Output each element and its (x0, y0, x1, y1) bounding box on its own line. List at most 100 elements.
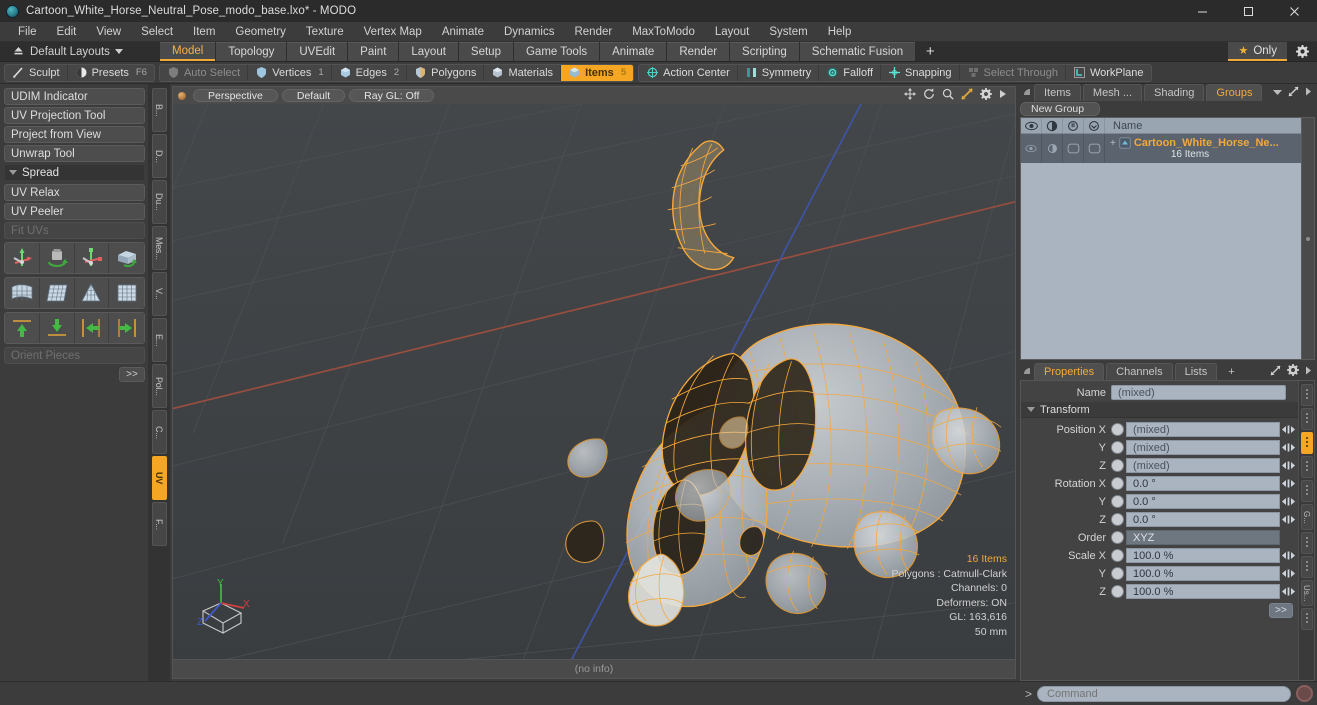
expand-icon[interactable] (1288, 86, 1299, 100)
layout-tab-setup[interactable]: Setup (458, 42, 513, 61)
uv-fit-icon[interactable] (5, 278, 40, 308)
zoom-icon[interactable] (942, 88, 954, 103)
layout-tab-topology[interactable]: Topology (216, 42, 287, 61)
render-icon[interactable] (1042, 118, 1063, 133)
presets-button[interactable]: Presets F6 (68, 65, 154, 81)
tab-channels[interactable]: Channels (1106, 363, 1173, 380)
order-key-icon[interactable] (1111, 531, 1124, 544)
vtab-deform[interactable]: D... (151, 134, 167, 178)
position-x-field[interactable]: (mixed) (1126, 422, 1280, 437)
menu-file[interactable]: File (8, 22, 47, 42)
rotation-z-field[interactable]: 0.0 ° (1126, 512, 1280, 527)
viewport-dot-icon[interactable] (178, 91, 186, 100)
tab-lists[interactable]: Lists (1174, 363, 1218, 380)
uv-relax-button[interactable]: UV Relax (4, 184, 145, 201)
project-from-view-button[interactable]: Project from View (4, 126, 145, 143)
uv-flip-icon[interactable] (109, 243, 144, 273)
panel-menu-icon[interactable] (1020, 84, 1034, 101)
uv-move-icon[interactable] (5, 243, 40, 273)
vtab-basic[interactable]: B... (151, 88, 167, 132)
rotation-y-field[interactable]: 0.0 ° (1126, 494, 1280, 509)
scale-z-key-icon[interactable] (1111, 585, 1124, 598)
gear-icon[interactable] (1287, 364, 1299, 379)
scale-z-spinner[interactable] (1280, 584, 1296, 599)
row-render-toggle[interactable] (1042, 134, 1063, 163)
rotation-z-spinner[interactable] (1280, 512, 1296, 527)
menu-maxtomodo[interactable]: MaxToModo (622, 22, 705, 42)
layout-selector[interactable]: Default Layouts (0, 42, 160, 61)
new-group-button[interactable]: New Group (1020, 102, 1100, 116)
rotation-y-spinner[interactable] (1280, 494, 1296, 509)
transform-section-header[interactable]: Transform (1021, 402, 1298, 418)
menu-select[interactable]: Select (131, 22, 183, 42)
vtab-vertex[interactable]: V... (151, 272, 167, 316)
rotation-x-spinner[interactable] (1280, 476, 1296, 491)
prvtab-user[interactable]: Us... (1300, 580, 1313, 606)
tab-mesh[interactable]: Mesh ... (1082, 84, 1143, 101)
align-top-icon[interactable] (5, 313, 40, 343)
layout-tab-schematic-fusion[interactable]: Schematic Fusion (799, 42, 916, 61)
vtab-edge[interactable]: E... (151, 318, 167, 362)
align-bottom-icon[interactable] (39, 313, 75, 343)
uv-grid-icon[interactable] (39, 278, 75, 308)
pan-icon[interactable] (904, 88, 916, 103)
rotation-z-key-icon[interactable] (1111, 513, 1124, 526)
position-x-spinner[interactable] (1280, 422, 1296, 437)
align-right-icon[interactable] (109, 313, 144, 343)
udim-indicator-button[interactable]: UDIM Indicator (4, 88, 145, 105)
prvtab-10[interactable] (1300, 608, 1313, 630)
chevron-down-icon[interactable] (1273, 87, 1282, 99)
uv-quad-icon[interactable] (109, 278, 144, 308)
rotation-y-key-icon[interactable] (1111, 495, 1124, 508)
scale-y-field[interactable]: 100.0 % (1126, 566, 1280, 581)
align-left-icon[interactable] (74, 313, 110, 343)
tree-empty-area[interactable] (1021, 163, 1314, 359)
viewport-raygl-selector[interactable]: Ray GL: Off (349, 89, 435, 102)
position-y-key-icon[interactable] (1111, 441, 1124, 454)
groups-tree[interactable]: Name + Cartoon_White_Horse_Ne... 16 Item… (1020, 117, 1315, 360)
vtab-curve[interactable]: C... (151, 410, 167, 454)
row-eye-toggle[interactable] (1021, 134, 1042, 163)
uv-projection-tool-button[interactable]: UV Projection Tool (4, 107, 145, 124)
close-icon[interactable] (1271, 0, 1317, 22)
menu-help[interactable]: Help (818, 22, 862, 42)
snapping-button[interactable]: Snapping (881, 64, 960, 81)
home-up-icon[interactable] (6, 45, 30, 58)
action-center-button[interactable]: Action Center (639, 64, 738, 81)
record-icon[interactable] (1296, 685, 1313, 702)
menu-layout[interactable]: Layout (705, 22, 760, 42)
scale-x-field[interactable]: 100.0 % (1126, 548, 1280, 563)
scale-x-spinner[interactable] (1280, 548, 1296, 563)
minimize-icon[interactable] (1179, 0, 1225, 22)
menu-view[interactable]: View (86, 22, 131, 42)
rotation-x-key-icon[interactable] (1111, 477, 1124, 490)
prvtab-3[interactable] (1300, 432, 1313, 454)
maximize-icon[interactable] (1225, 0, 1271, 22)
auto-select-button[interactable]: Auto Select (160, 64, 249, 81)
chevron-right-icon[interactable] (1305, 87, 1312, 99)
prvtab-geometry[interactable]: G... (1300, 504, 1313, 530)
chevron-right-icon[interactable] (999, 89, 1007, 102)
scale-y-key-icon[interactable] (1111, 567, 1124, 580)
uv-cone-icon[interactable] (74, 278, 110, 308)
fit-icon[interactable] (961, 88, 973, 103)
menu-texture[interactable]: Texture (296, 22, 354, 42)
prvtab-4[interactable] (1300, 456, 1313, 478)
menu-system[interactable]: System (759, 22, 817, 42)
falloff-button[interactable]: Falloff (819, 64, 882, 81)
rotation-x-field[interactable]: 0.0 ° (1126, 476, 1280, 491)
menu-item[interactable]: Item (183, 22, 225, 42)
add-layout-button[interactable]: + (916, 42, 944, 61)
polygons-button[interactable]: Polygons (407, 64, 485, 81)
gear-icon[interactable] (1287, 42, 1317, 61)
add-properties-tab[interactable]: + (1219, 363, 1243, 380)
rotate-icon[interactable] (923, 88, 935, 103)
layout-tab-paint[interactable]: Paint (348, 42, 399, 61)
layout-tab-render[interactable]: Render (667, 42, 730, 61)
spread-section-header[interactable]: Spread (4, 164, 145, 181)
layout-tab-model[interactable]: Model (160, 42, 216, 61)
tab-properties[interactable]: Properties (1034, 363, 1105, 380)
expand-icon[interactable] (1270, 365, 1281, 379)
default-layouts-dropdown[interactable]: Default Layouts (30, 46, 123, 58)
vtab-polygon[interactable]: Pol... (151, 364, 167, 408)
